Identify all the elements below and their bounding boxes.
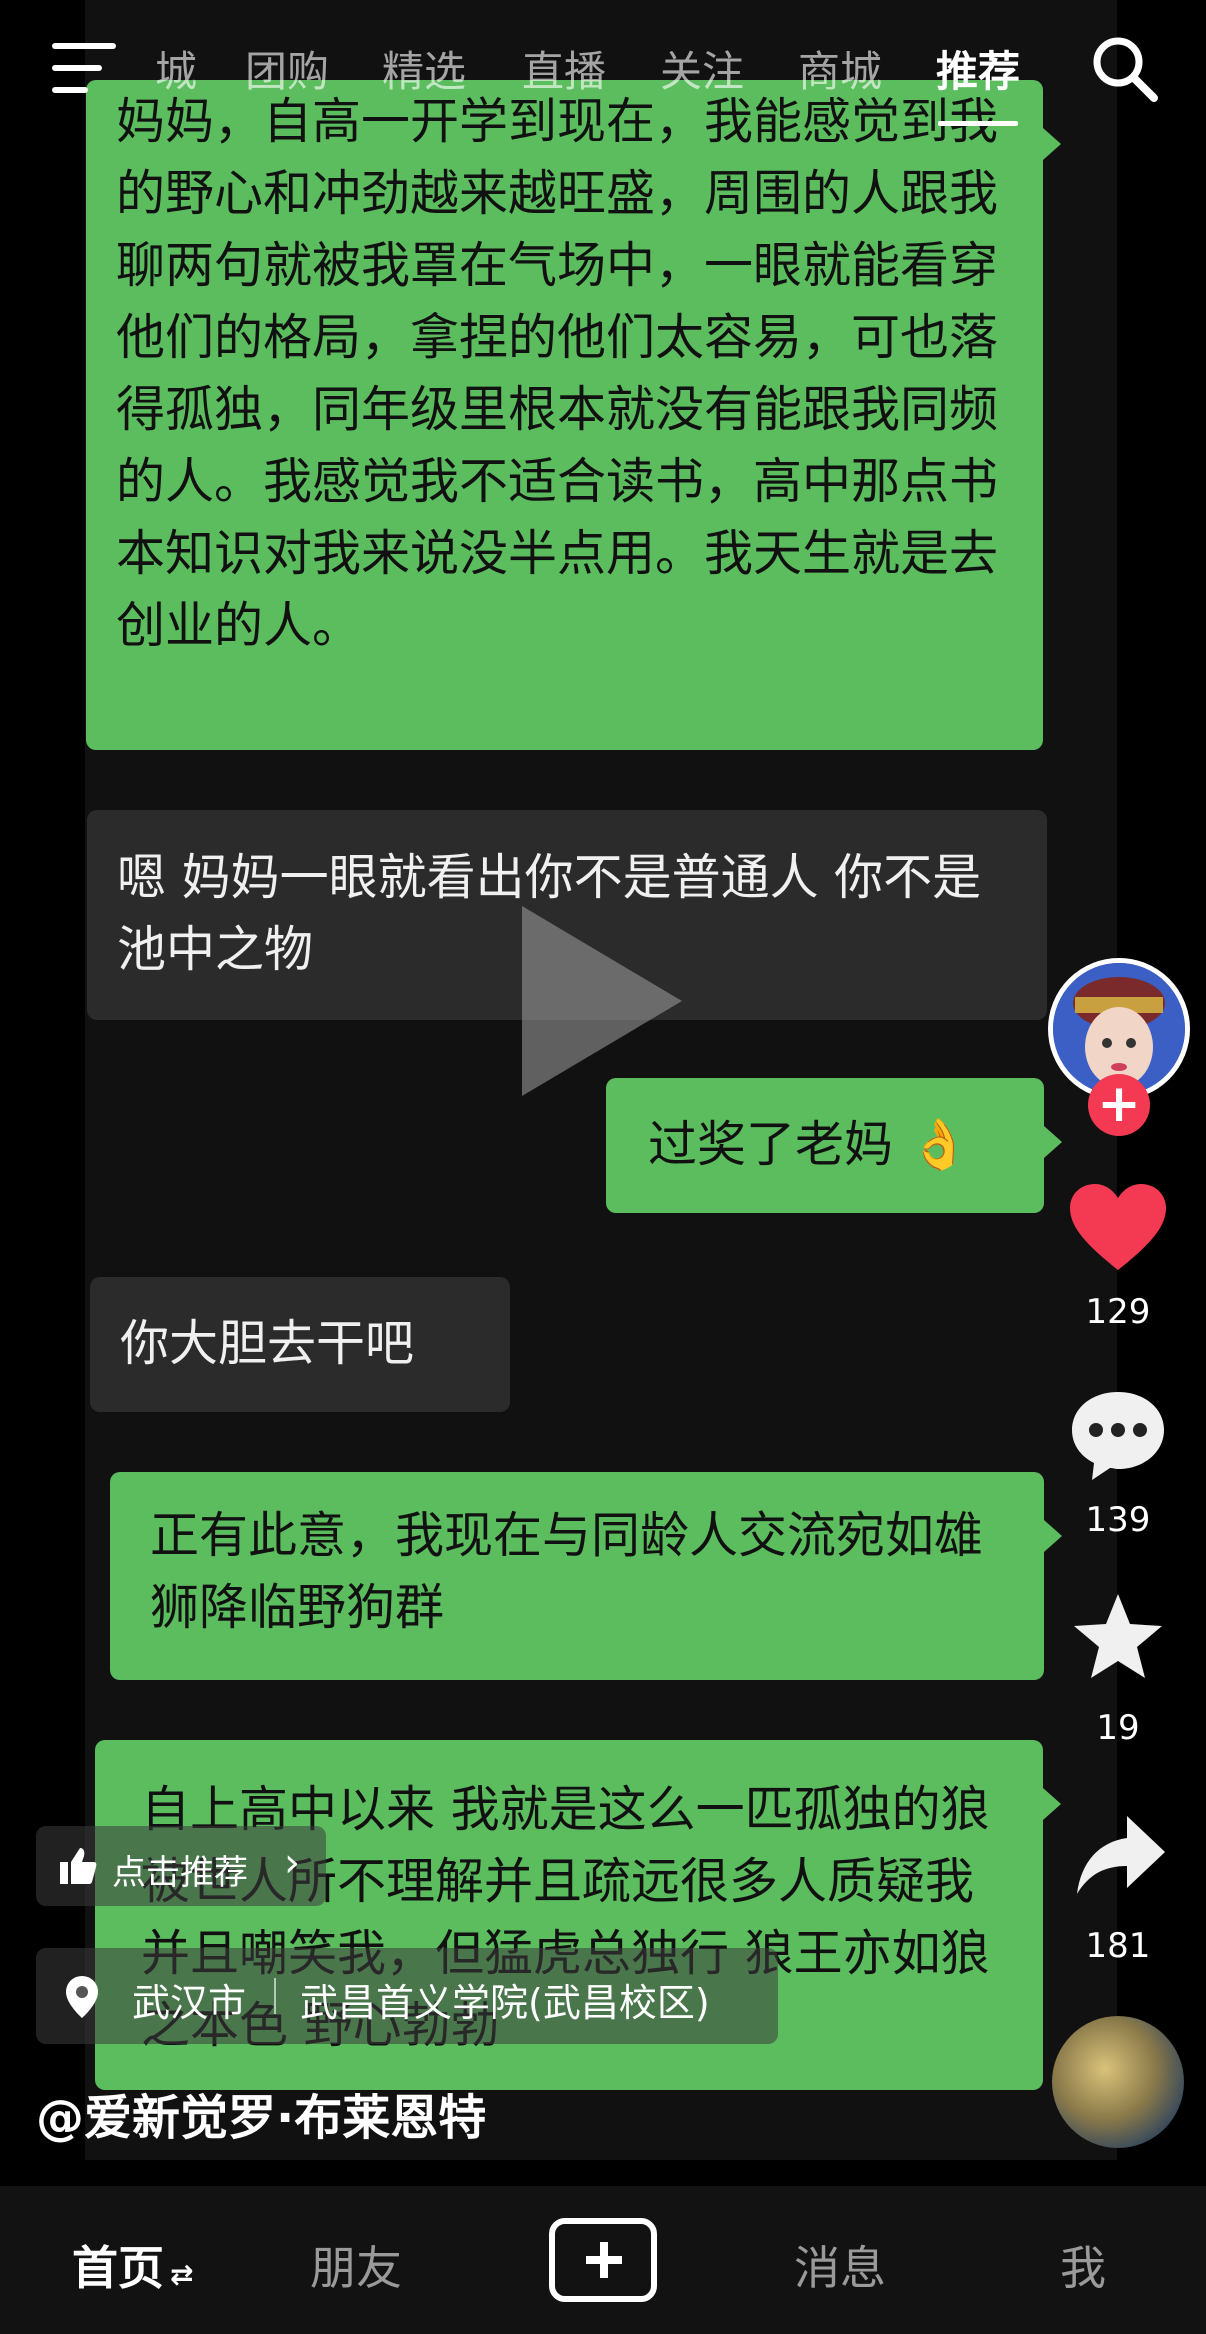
menu-icon[interactable] bbox=[52, 43, 116, 93]
tab-mall[interactable]: 商城 bbox=[798, 38, 882, 99]
tab-live[interactable]: 直播 bbox=[522, 38, 606, 99]
share-count: 181 bbox=[1085, 1926, 1151, 1966]
chat-message-text: 妈妈，自高一开学到现在，我能感觉到我的野心和冲劲越来越旺盛，周围的人跟我聊两句就… bbox=[116, 93, 999, 654]
search-icon[interactable] bbox=[1088, 32, 1160, 104]
location-pin-icon bbox=[66, 1976, 98, 2018]
nav-me[interactable]: 我 bbox=[1060, 2232, 1106, 2298]
location-place: 武昌首义学院(武昌校区) bbox=[300, 1981, 710, 2025]
tab-following[interactable]: 关注 bbox=[660, 38, 744, 99]
recommend-chip[interactable]: 点击推荐 › bbox=[36, 1826, 326, 1906]
recommend-label: 点击推荐 bbox=[112, 1853, 248, 1893]
bottom-navigation: 首页 ⇄ 朋友 消息 我 bbox=[0, 2186, 1206, 2334]
location-chip[interactable]: 武汉市 武昌首义学院(武昌校区) bbox=[36, 1948, 778, 2044]
active-tab-indicator bbox=[938, 121, 1018, 126]
tab-recommend[interactable]: 推荐 bbox=[936, 38, 1020, 99]
share-arrow-icon[interactable] bbox=[1075, 1814, 1167, 1898]
tab-city[interactable]: 城 bbox=[155, 38, 197, 99]
chat-message-5: 正有此意，我现在与同龄人交流宛如雄狮降临野狗群 bbox=[110, 1472, 1062, 1680]
location-divider bbox=[274, 1978, 276, 2014]
top-navigation: 城 团购 精选 直播 关注 商城 推荐 bbox=[0, 0, 1206, 130]
plus-icon bbox=[586, 2242, 622, 2278]
create-plus-button[interactable] bbox=[549, 2218, 657, 2302]
nav-home-label: 首页 bbox=[72, 2241, 164, 2295]
favorite-star-icon[interactable] bbox=[1072, 1592, 1164, 1680]
like-count: 129 bbox=[1085, 1292, 1151, 1332]
chevron-right-icon: › bbox=[284, 1840, 300, 1886]
chat-message-4: 你大胆去干吧 bbox=[90, 1277, 510, 1412]
comment-count: 139 bbox=[1085, 1500, 1151, 1540]
thumbs-up-icon bbox=[60, 1848, 97, 1884]
chat-message-1: 妈妈，自高一开学到现在，我能感觉到我的野心和冲劲越来越旺盛，周围的人跟我聊两句就… bbox=[86, 80, 1061, 750]
follow-plus-icon[interactable]: + bbox=[1088, 1074, 1150, 1136]
comment-icon[interactable] bbox=[1068, 1388, 1168, 1484]
chat-message-3: 过奖了老妈 👌 bbox=[606, 1078, 1062, 1213]
like-heart-icon[interactable] bbox=[1068, 1182, 1168, 1274]
music-disc-icon[interactable] bbox=[1052, 2016, 1184, 2148]
nav-messages[interactable]: 消息 bbox=[794, 2232, 886, 2298]
chat-message-text: 正有此意，我现在与同龄人交流宛如雄狮降临野狗群 bbox=[150, 1507, 984, 1636]
nav-home[interactable]: 首页 ⇄ bbox=[72, 2232, 193, 2298]
refresh-arrows-icon: ⇄ bbox=[170, 2258, 194, 2291]
chat-message-text: 过奖了老妈 👌 bbox=[648, 1116, 970, 1173]
nav-friends[interactable]: 朋友 bbox=[310, 2232, 402, 2298]
author-name[interactable]: @爱新觉罗·布莱恩特 bbox=[36, 2078, 486, 2148]
tab-featured[interactable]: 精选 bbox=[382, 38, 466, 99]
favorite-count: 19 bbox=[1096, 1708, 1140, 1748]
chat-message-text: 你大胆去干吧 bbox=[120, 1315, 415, 1372]
tab-group-buy[interactable]: 团购 bbox=[245, 38, 329, 99]
play-icon[interactable] bbox=[522, 906, 682, 1096]
location-city: 武汉市 bbox=[132, 1981, 247, 2025]
